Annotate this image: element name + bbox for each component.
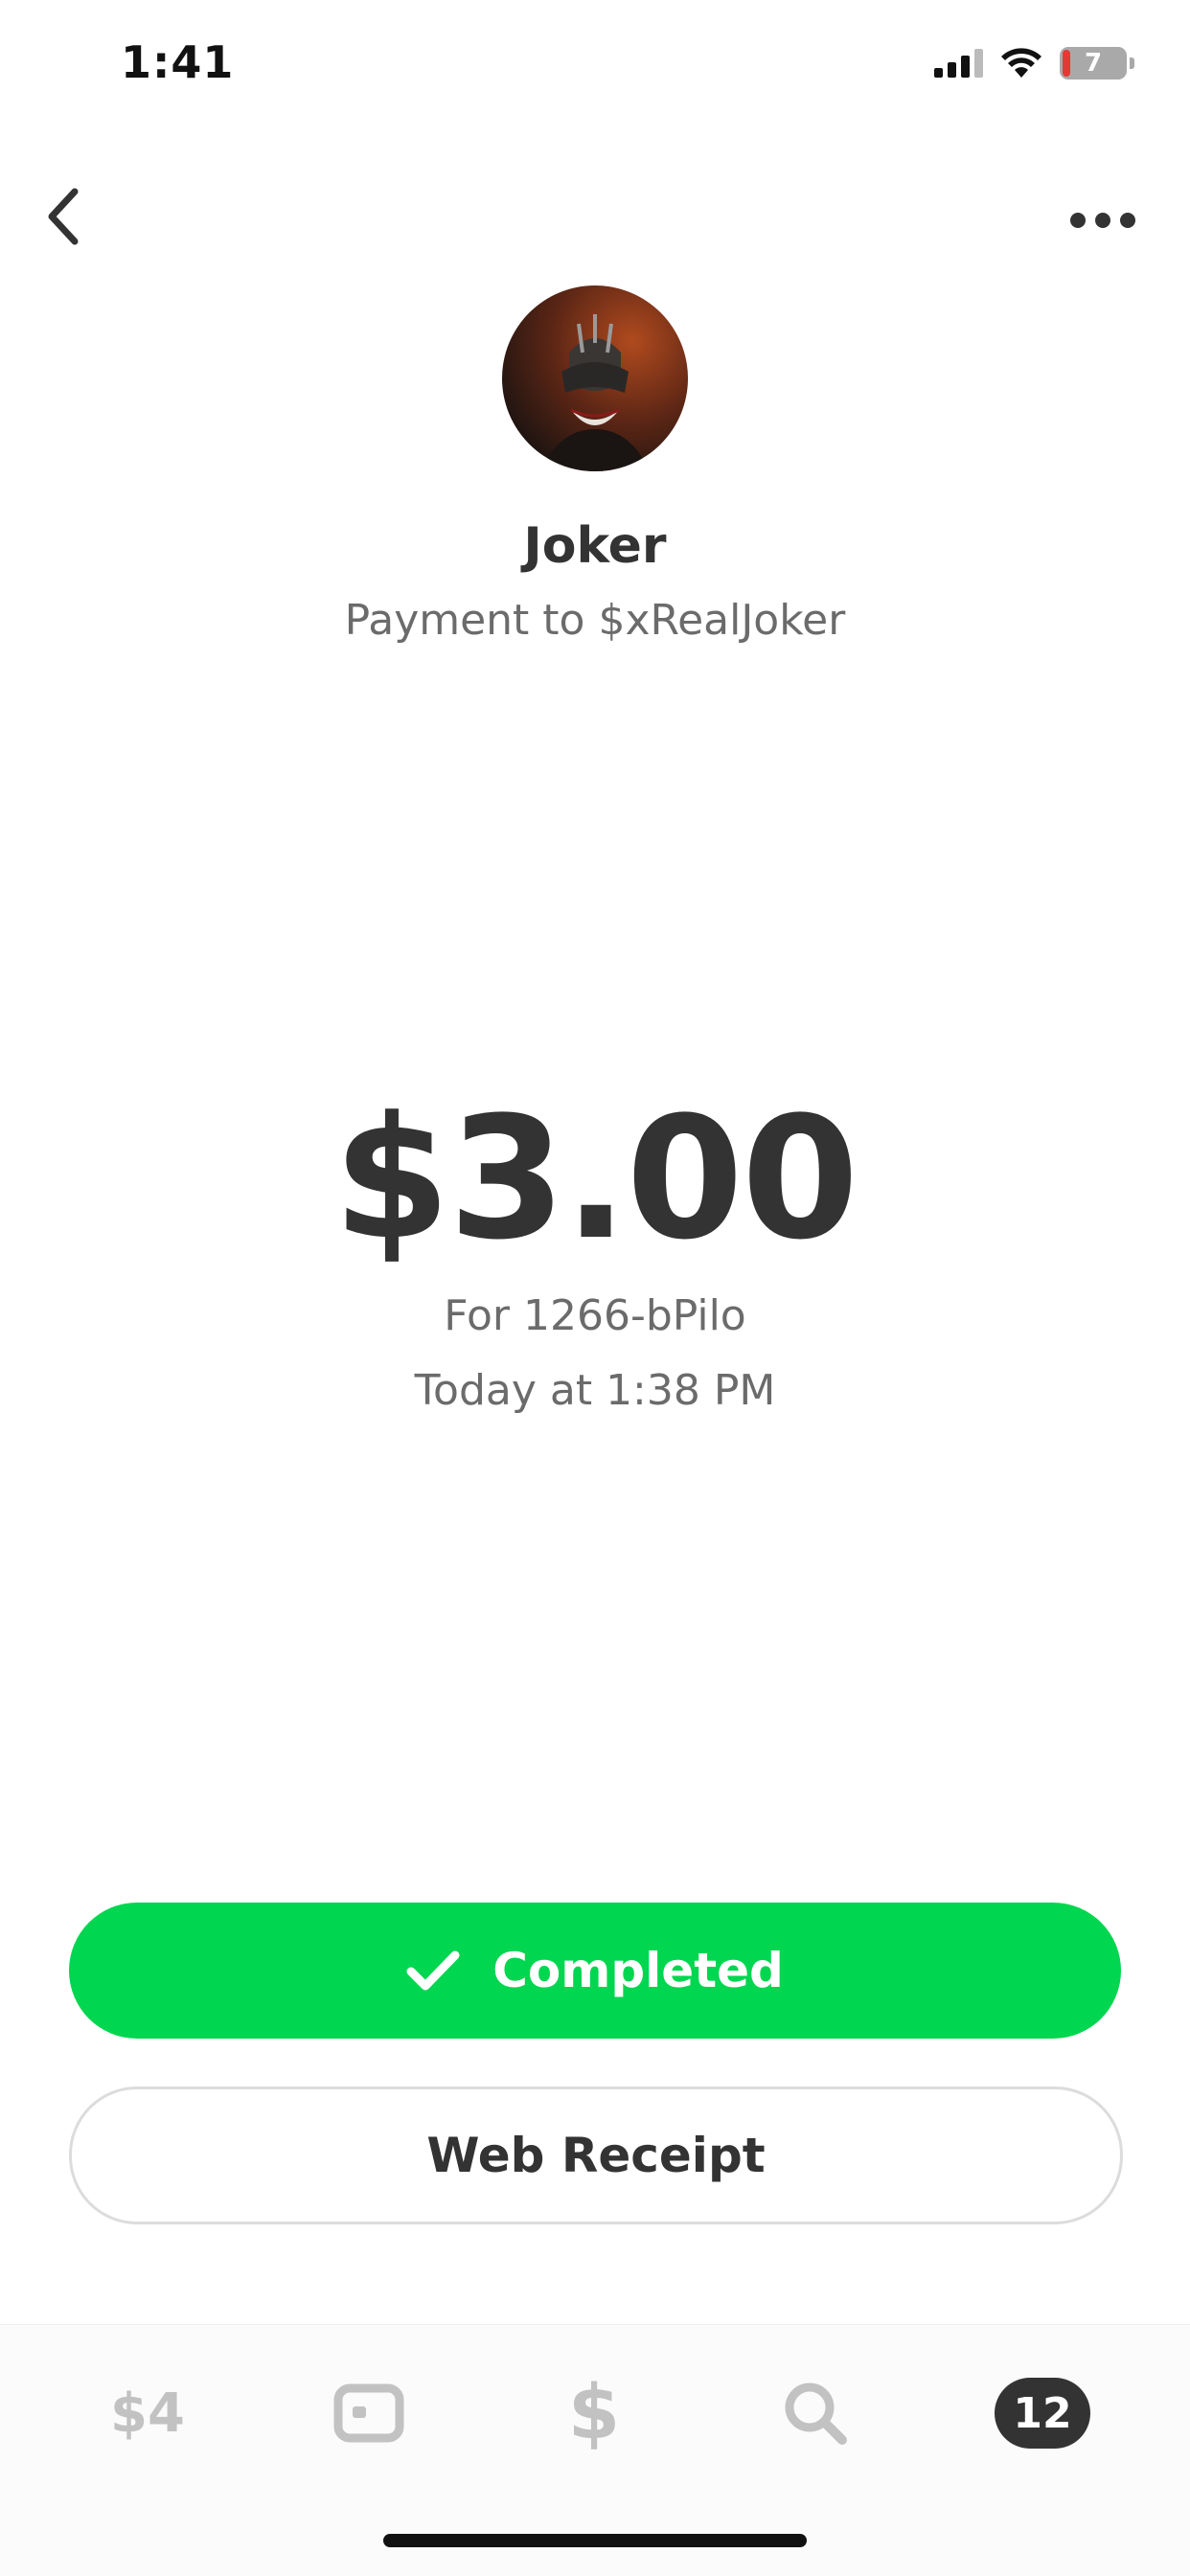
home-indicator[interactable] — [383, 2534, 807, 2547]
payment-date: Today at 1:38 PM — [414, 1366, 776, 1415]
web-receipt-label: Web Receipt — [426, 2128, 766, 2183]
chevron-left-icon — [48, 188, 79, 245]
avatar-image — [540, 314, 650, 471]
cellular-signal-icon — [934, 49, 983, 78]
status-time: 1:41 — [121, 36, 235, 88]
tab-card[interactable] — [326, 2373, 412, 2453]
card-icon — [333, 2383, 404, 2443]
completed-status-button[interactable]: Completed — [69, 1903, 1121, 2039]
payment-amount: $3.00 — [332, 1081, 859, 1277]
activity-badge: 12 — [995, 2378, 1090, 2449]
back-button[interactable] — [34, 178, 92, 255]
checkmark-icon — [406, 1950, 460, 1991]
completed-label: Completed — [492, 1943, 784, 1998]
tab-pay[interactable]: $ — [546, 2370, 642, 2456]
tab-search[interactable] — [772, 2373, 858, 2453]
wifi-icon — [1001, 48, 1041, 78]
search-icon — [785, 2382, 847, 2445]
payment-note: For 1266-bPilo — [444, 1291, 746, 1340]
status-icons: 7 — [934, 44, 1134, 82]
tab-activity[interactable]: 12 — [995, 2373, 1090, 2453]
recipient-name: Joker — [523, 517, 667, 575]
more-horizontal-icon — [1070, 213, 1086, 228]
avatar[interactable] — [502, 285, 688, 471]
tab-balance[interactable]: $4 — [96, 2373, 199, 2453]
battery-icon: 7 — [1060, 47, 1134, 80]
payment-subtitle: Payment to $xRealJoker — [344, 596, 846, 645]
web-receipt-button[interactable]: Web Receipt — [69, 2086, 1123, 2224]
battery-level: 7 — [1084, 49, 1103, 78]
tab-bar: $4 $ 12 — [0, 2324, 1190, 2576]
more-options-button[interactable] — [1065, 192, 1140, 249]
